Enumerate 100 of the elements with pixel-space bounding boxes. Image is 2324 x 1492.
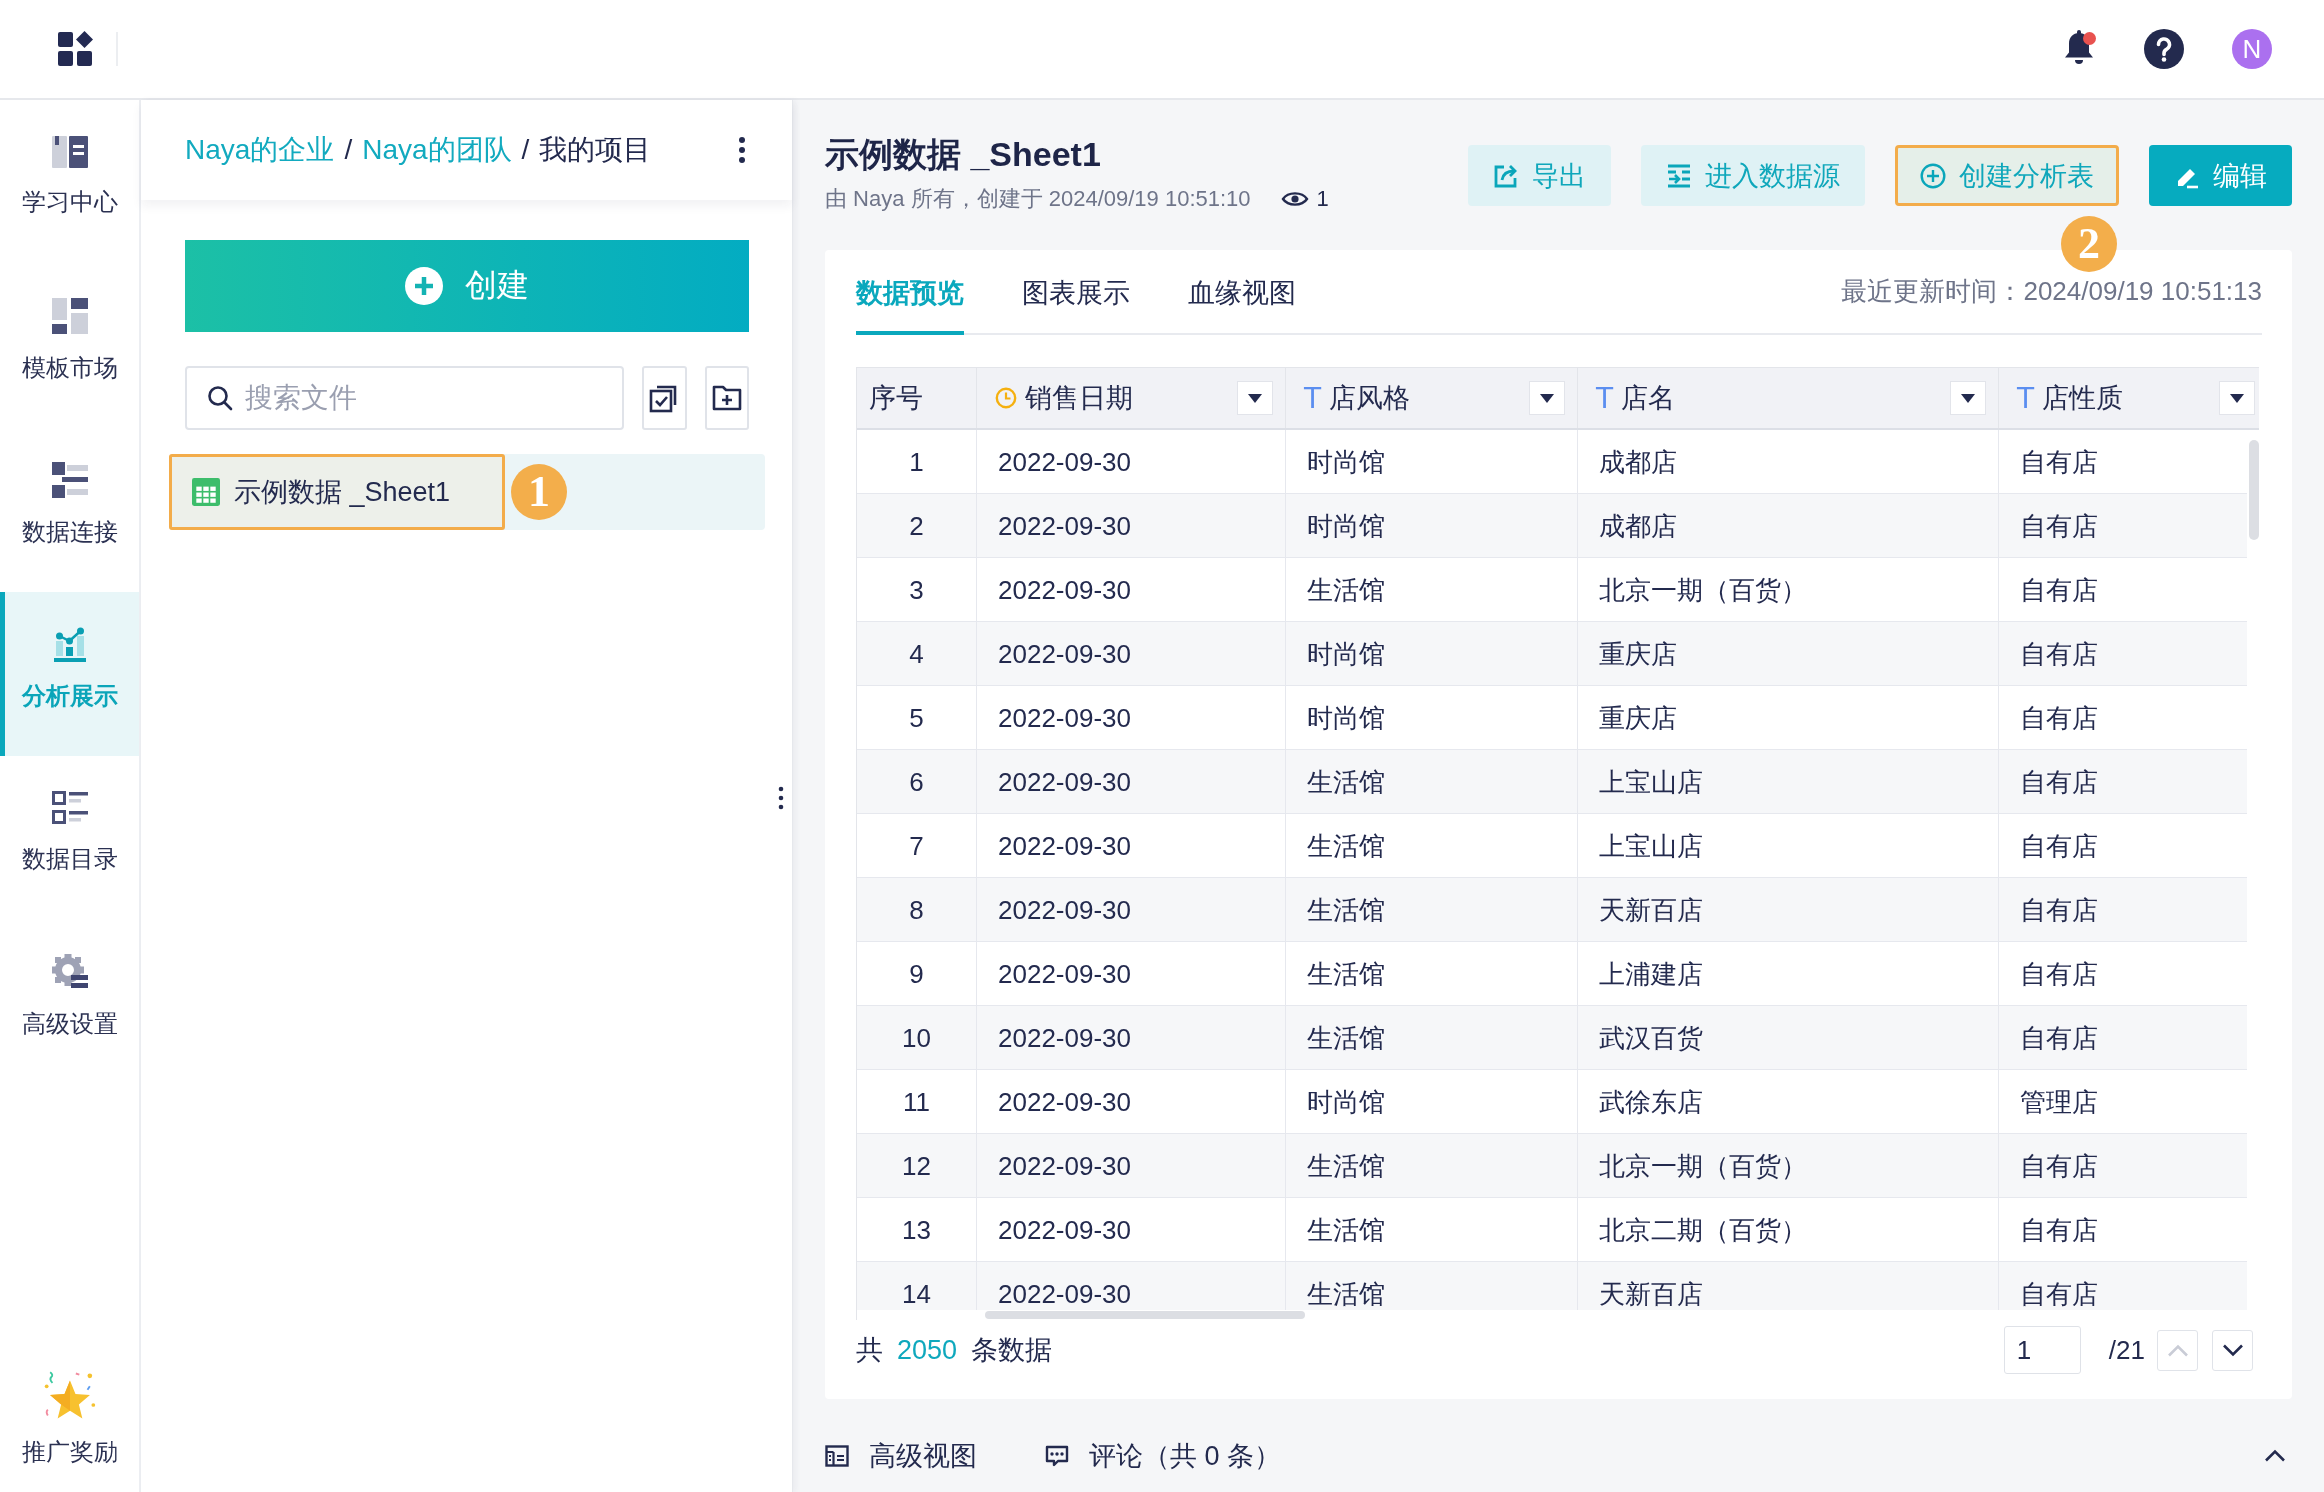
table-cell: 生活馆 xyxy=(1286,1134,1578,1198)
export-icon xyxy=(1493,162,1519,189)
breadcrumb-separator: / xyxy=(344,134,353,166)
help-icon[interactable] xyxy=(2144,29,2184,69)
step-badge: 1 xyxy=(511,464,568,520)
type-mark: T xyxy=(2017,381,2035,415)
caret-down-icon xyxy=(2230,393,2244,403)
nav-item[interactable]: 模板市场 xyxy=(0,264,139,428)
next-page-button[interactable] xyxy=(2212,1329,2253,1371)
table-cell: 自有店 xyxy=(1999,878,2247,942)
column-menu-button[interactable] xyxy=(1529,381,1565,415)
nav-item[interactable]: 高级设置 xyxy=(0,920,139,1084)
caret-down-icon xyxy=(1961,393,1975,403)
table-cell: 天新百店 xyxy=(1578,878,1999,942)
column-title: 店名 xyxy=(1621,382,1676,415)
layout-icon xyxy=(51,298,88,334)
table-cell: 北京一期（百货） xyxy=(1578,1134,1999,1198)
eye-icon xyxy=(1280,190,1309,208)
column-title: 店性质 xyxy=(2042,382,2124,415)
comments-button[interactable]: 评论（共 0 条） xyxy=(1045,1439,1282,1473)
table-cell: 生活馆 xyxy=(1286,1262,1578,1310)
gear-icon xyxy=(51,954,88,990)
table-cell: 生活馆 xyxy=(1286,750,1578,814)
search-icon xyxy=(207,385,233,411)
caret-down-icon xyxy=(1540,393,1554,403)
table-cell: 时尚馆 xyxy=(1286,494,1578,558)
view-count: 1 xyxy=(1316,185,1329,213)
advanced-view-button[interactable]: 高级视图 xyxy=(825,1439,977,1473)
summary-text: 条数据 xyxy=(971,1334,1053,1367)
column-title: 销售日期 xyxy=(1025,382,1133,415)
summary-text: 共 xyxy=(856,1334,883,1367)
chart-icon xyxy=(51,626,88,662)
caret-down-icon xyxy=(1248,393,1262,403)
table-cell: 8 xyxy=(857,878,977,942)
chevron-up-icon xyxy=(2166,1343,2189,1357)
comment-icon xyxy=(1045,1445,1069,1467)
book-icon xyxy=(51,136,88,168)
type-mark: T xyxy=(1304,381,1322,415)
plus-circle-icon xyxy=(1920,162,1946,189)
column-menu-button[interactable] xyxy=(1950,381,1986,415)
table-cell: 10 xyxy=(857,1006,977,1070)
table-cell: 上宝山店 xyxy=(1578,750,1999,814)
multi-select-button[interactable] xyxy=(642,366,687,430)
table-cell: 时尚馆 xyxy=(1286,622,1578,686)
list-icon xyxy=(51,791,88,825)
apps-icon[interactable] xyxy=(58,31,94,67)
table-cell: 自有店 xyxy=(1999,622,2247,686)
scrollbar-thumb[interactable] xyxy=(2249,440,2259,540)
panel-icon xyxy=(825,1445,849,1467)
folder-plus-icon xyxy=(711,384,742,412)
nav-item[interactable]: 推广奖励 xyxy=(0,1322,139,1492)
column-menu-button[interactable] xyxy=(1237,381,1273,415)
dataset-title: 示例数据 _Sheet1 xyxy=(825,134,1102,175)
table-cell: 生活馆 xyxy=(1286,1006,1578,1070)
column-title: 店风格 xyxy=(1329,382,1411,415)
type-mark: T xyxy=(1596,381,1614,415)
breadcrumb-current: 我的项目 xyxy=(539,133,652,167)
table-cell: 成都店 xyxy=(1578,494,1999,558)
table-cell: 2 xyxy=(857,494,977,558)
table-cell: 武汉百货 xyxy=(1578,1006,1999,1070)
table-cell: 2022-09-30 xyxy=(977,750,1286,814)
page-field[interactable]: 1 xyxy=(2003,1326,2081,1374)
table-cell: 自有店 xyxy=(1999,494,2247,558)
table-cell: 2022-09-30 xyxy=(977,622,1286,686)
table-cell: 生活馆 xyxy=(1286,878,1578,942)
table-cell: 2022-09-30 xyxy=(977,494,1286,558)
table-cell: 2022-09-30 xyxy=(977,1134,1286,1198)
scrollbar-thumb[interactable] xyxy=(985,1311,1305,1319)
new-folder-button[interactable] xyxy=(704,366,749,430)
step-badge: 2 xyxy=(2061,216,2117,272)
dataset-meta: 由 Naya 所有，创建于 2024/09/19 10:51:10 xyxy=(825,185,1251,213)
drag-handle-icon[interactable] xyxy=(778,786,784,810)
page-total: /21 xyxy=(2108,1334,2145,1366)
nav-item[interactable]: 数据连接 xyxy=(0,428,139,592)
search-field[interactable]: 搜索文件 xyxy=(185,366,624,430)
table-cell: 14 xyxy=(857,1262,977,1310)
table-cell: 2022-09-30 xyxy=(977,878,1286,942)
table-cell: 2022-09-30 xyxy=(977,1262,1286,1310)
table-cell: 自有店 xyxy=(1999,750,2247,814)
table-cell: 自有店 xyxy=(1999,1134,2247,1198)
tab[interactable]: 图表展示 xyxy=(1022,275,1130,335)
list-arrow-icon xyxy=(1666,162,1692,189)
nav-item[interactable]: 数据目录 xyxy=(0,756,139,920)
column-menu-button[interactable] xyxy=(2219,381,2255,415)
plus-circle-icon xyxy=(405,267,443,305)
total-count: 2050 xyxy=(897,1334,958,1366)
file-name: 示例数据 _Sheet1 xyxy=(234,476,451,509)
table-cell: 重庆店 xyxy=(1578,622,1999,686)
file-item[interactable]: 示例数据 _Sheet1 1 xyxy=(169,454,765,530)
table-cell: 2022-09-30 xyxy=(977,1006,1286,1070)
sheet-icon xyxy=(192,478,220,506)
chevron-up-icon[interactable] xyxy=(2264,1449,2286,1462)
more-icon[interactable] xyxy=(738,136,746,164)
table-cell: 天新百店 xyxy=(1578,1262,1999,1310)
table-cell: 12 xyxy=(857,1134,977,1198)
nav-item[interactable]: 学习中心 xyxy=(0,100,139,264)
table-cell: 4 xyxy=(857,622,977,686)
table-cell: 6 xyxy=(857,750,977,814)
tab[interactable]: 血缘视图 xyxy=(1188,275,1296,335)
column-title: 序号 xyxy=(869,382,923,415)
